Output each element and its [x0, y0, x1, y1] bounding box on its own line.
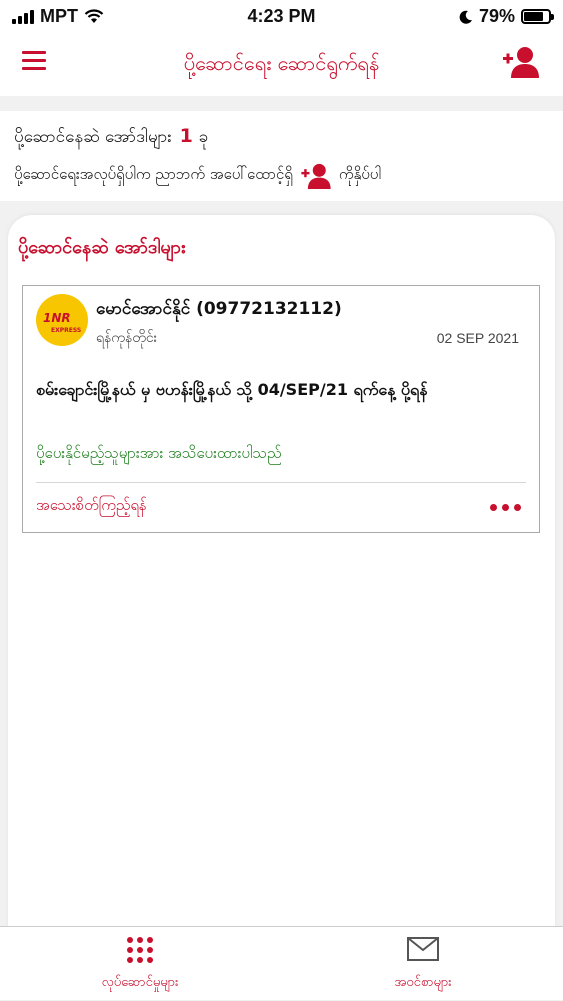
- tab-bar: လုပ်ဆောင်မှုများ အဝင်စာများ: [0, 926, 563, 1000]
- instruction-after: ကိုနှိပ်ပါ: [338, 165, 381, 183]
- panel-title: ပို့ဆောင်နေဆဲ အော်ဒါများ: [18, 237, 186, 258]
- instruction-text: ပို့ဆောင်ရေးအလုပ်ရှိပါက ညာဘက် အပေါ်ထောင့…: [14, 163, 381, 189]
- add-user-icon-inline: [301, 163, 331, 189]
- add-user-icon[interactable]: [503, 46, 539, 78]
- moon-icon: [459, 10, 472, 24]
- pending-count: 1: [179, 125, 193, 147]
- tab-inbox[interactable]: အဝင်စာများ: [283, 927, 563, 1001]
- order-status: ပို့ပေးနိုင်မည့်သူများအား အသိပေးထားပါသည်: [36, 444, 282, 462]
- carrier-label: MPT: [40, 6, 78, 26]
- summary-section: ပို့ဆောင်နေဆဲ အော်ဒါများ 1 ခု ပို့ဆောင်ရေး…: [0, 111, 563, 201]
- view-details-link[interactable]: အသေးစိတ်ကြည့်ရန်: [36, 496, 147, 518]
- grid-icon: [127, 937, 153, 963]
- orders-panel: ပို့ဆောင်နေဆဲ အော်ဒါများ 1NR EXPRESS မော…: [8, 215, 555, 995]
- order-date: 02 SEP 2021: [436, 330, 519, 346]
- order-card[interactable]: 1NR EXPRESS မောင်အောင်နိုင် (09772132112…: [22, 285, 540, 533]
- pending-unit: ခု: [198, 127, 209, 147]
- mail-icon: [407, 937, 439, 961]
- signal-icon: [12, 9, 34, 24]
- company-logo: 1NR EXPRESS: [36, 294, 88, 346]
- sender-name: မောင်အောင်နိုင် (09772132112): [96, 299, 342, 319]
- status-bar: MPT 4:23 PM 79%: [0, 0, 563, 34]
- order-route: စမ်းချောင်းမြို့နယ် မှ ဗဟန်းမြို့နယ် သို…: [36, 380, 428, 399]
- pending-label: ပို့ဆောင်နေဆဲ အော်ဒါများ: [14, 127, 172, 147]
- instruction-before: ပို့ဆောင်ရေးအလုပ်ရှိပါက ညာဘက် အပေါ်ထောင့…: [14, 165, 293, 183]
- tab-activities-label: လုပ်ဆောင်မှုများ: [101, 975, 179, 990]
- sender-city: ရန်ကုန်တိုင်း: [96, 330, 158, 346]
- tab-activities[interactable]: လုပ်ဆောင်မှုများ: [0, 927, 280, 1001]
- divider: [36, 482, 526, 483]
- pending-summary: ပို့ဆောင်နေဆဲ အော်ဒါများ 1 ခု: [14, 125, 208, 151]
- wifi-icon: [84, 9, 104, 23]
- more-options-icon[interactable]: [490, 504, 521, 511]
- app-header: ပို့ဆောင်ရေး ဆောင်ရွက်ရန်: [0, 34, 563, 96]
- page-title: ပို့ဆောင်ရေး ဆောင်ရွက်ရန်: [183, 51, 380, 75]
- battery-percent: 79%: [478, 6, 515, 26]
- tab-inbox-label: အဝင်စာများ: [394, 975, 452, 990]
- hamburger-menu-icon[interactable]: [22, 51, 46, 71]
- battery-icon: [521, 9, 554, 24]
